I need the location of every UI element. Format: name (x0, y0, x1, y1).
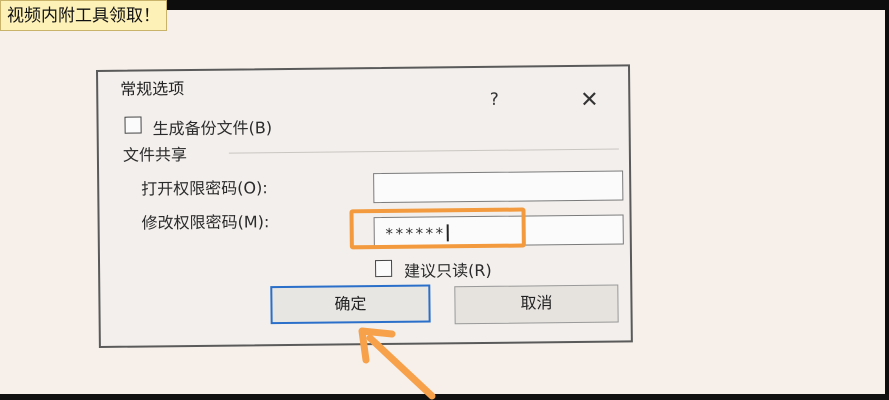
right-black-border (885, 0, 889, 400)
dialog-title: 常规选项 (120, 79, 185, 99)
readonly-checkbox-label[interactable]: 建议只读(R) (404, 257, 492, 282)
group-divider (228, 148, 619, 154)
caption-banner: 视频内附工具领取！ (0, 0, 167, 31)
close-icon[interactable]: ✕ (576, 88, 602, 115)
general-options-dialog: 常规选项 ? ✕ 生成备份文件(B) 文件共享 打开权限密码(O): 修改权限密… (96, 64, 633, 348)
modify-password-label: 修改权限密码(M): (141, 212, 270, 233)
backup-checkbox-label[interactable]: 生成备份文件(B) (152, 114, 273, 139)
readonly-checkbox[interactable] (375, 259, 393, 278)
bottom-black-border (0, 394, 889, 400)
cancel-button[interactable]: 取消 (454, 284, 619, 325)
ok-button[interactable]: 确定 (270, 284, 431, 325)
open-password-label: 打开权限密码(O): (141, 178, 268, 199)
backup-checkbox[interactable] (124, 116, 142, 134)
help-button[interactable]: ? (482, 90, 506, 112)
open-password-input[interactable] (373, 170, 624, 204)
file-sharing-group-label: 文件共享 (122, 145, 188, 165)
orange-highlight-box (349, 207, 526, 250)
